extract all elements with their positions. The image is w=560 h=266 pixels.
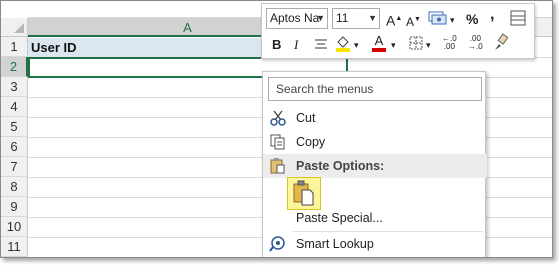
paste-options-label: Paste Options: <box>296 159 385 173</box>
chevron-down-icon[interactable]: ▾ <box>391 37 396 53</box>
font-color-icon: A <box>374 33 384 48</box>
scissors-icon <box>270 110 286 126</box>
font-size-box[interactable]: 11 ▼ <box>332 8 380 29</box>
paste-icon <box>293 180 314 206</box>
paste-options-header: Paste Options: <box>263 154 487 178</box>
row-header-10[interactable]: 10 <box>1 217 28 237</box>
select-all-corner[interactable] <box>1 18 28 37</box>
shrink-font-button[interactable]: A▼ <box>406 12 421 30</box>
menu-item-paste-special[interactable]: Paste Special... <box>263 206 487 230</box>
menu-item-copy-label: Copy <box>296 135 326 149</box>
font-size-value: 11 <box>336 11 349 25</box>
decrease-decimal-icon: .00 →.0 <box>468 34 483 51</box>
align-center-button[interactable] <box>313 36 329 52</box>
row-header-3[interactable]: 3 <box>1 77 28 97</box>
row-header-11[interactable]: 11 <box>1 237 28 257</box>
row-header-5[interactable]: 5 <box>1 117 28 137</box>
context-menu: Search the menus Cut Copy Paste Options:… <box>262 71 487 257</box>
clipboard-icon <box>270 158 285 174</box>
row-header-4[interactable]: 4 <box>1 97 28 117</box>
menu-item-copy[interactable]: Copy <box>263 130 487 154</box>
smart-lookup-icon <box>269 236 285 252</box>
row-header-7[interactable]: 7 <box>1 157 28 177</box>
number-format-button[interactable] <box>427 9 449 27</box>
grow-font-icon: A <box>386 12 396 29</box>
bold-button[interactable]: B <box>272 37 281 53</box>
paint-bucket-icon <box>336 36 350 52</box>
fill-color-button[interactable] <box>334 33 352 53</box>
format-painter-button[interactable] <box>492 33 510 53</box>
table-format-icon <box>510 10 526 26</box>
borders-icon <box>409 36 423 50</box>
align-center-icon <box>315 39 327 49</box>
row-header-8[interactable]: 8 <box>1 177 28 197</box>
row-header-9[interactable]: 9 <box>1 197 28 217</box>
menu-item-smart-lookup-label: Smart Lookup <box>296 237 374 251</box>
row-header-2[interactable]: 2 <box>1 57 28 77</box>
row-header-6[interactable]: 6 <box>1 137 28 157</box>
mini-toolbar: Aptos Na ▼ 11 ▼ A▲ A▼ ▾ % , B I ▾ A ▾ ▾ … <box>261 3 535 59</box>
chevron-down-icon[interactable]: ▾ <box>450 12 455 28</box>
menu-item-cut-label: Cut <box>296 111 316 125</box>
grow-font-button[interactable]: A▲ <box>386 11 402 29</box>
increase-decimal-icon: ←.0.00 <box>442 34 457 51</box>
format-cells-button[interactable] <box>509 9 527 27</box>
increase-decimal-button[interactable]: ←.0.00 <box>442 35 457 51</box>
format-painter-icon <box>495 33 509 50</box>
menu-item-smart-lookup[interactable]: Smart Lookup <box>263 232 487 256</box>
italic-button[interactable]: I <box>294 37 298 53</box>
menu-item-cut[interactable]: Cut <box>263 106 487 130</box>
chevron-down-icon: ▼ <box>316 13 325 23</box>
comma-style-button[interactable]: , <box>490 7 494 23</box>
font-color-button[interactable]: A <box>372 34 386 52</box>
menu-item-paste-special-label: Paste Special... <box>296 211 383 225</box>
decrease-decimal-button[interactable]: .00 →.0 <box>468 35 483 51</box>
font-name-value: Aptos Na <box>270 11 320 25</box>
font-name-box[interactable]: Aptos Na ▼ <box>266 8 328 29</box>
excel-window: A 1 2 3 4 5 6 7 8 9 10 11 User ID Aptos … <box>0 0 553 258</box>
percent-style-button[interactable]: % <box>466 11 478 27</box>
search-menus-input[interactable]: Search the menus <box>268 77 482 101</box>
shrink-font-icon: A <box>406 15 415 29</box>
row-header-1[interactable]: 1 <box>1 37 28 57</box>
chevron-down-icon[interactable]: ▾ <box>426 37 431 53</box>
copy-icon <box>270 134 285 150</box>
chevron-down-icon[interactable]: ▾ <box>354 37 359 53</box>
accounting-format-icon <box>428 11 447 25</box>
borders-button[interactable] <box>408 35 424 51</box>
chevron-down-icon: ▼ <box>368 13 377 23</box>
